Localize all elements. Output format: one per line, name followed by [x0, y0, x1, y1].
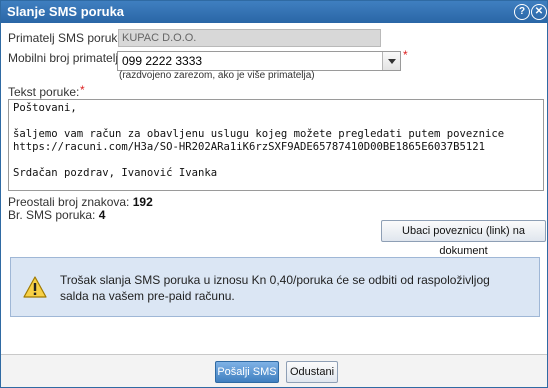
- recipient-field: KUPAC D.O.O.: [118, 29, 381, 47]
- warning-text: Trošak slanja SMS poruka u iznosu Kn 0,4…: [60, 273, 490, 303]
- dialog-title: Slanje SMS poruka: [7, 4, 125, 19]
- mobile-hint: (razdvojeno zarezom, ako je više primate…: [119, 70, 315, 81]
- remaining-chars-label: Preostali broj znakova:: [8, 195, 130, 209]
- remaining-chars: Preostali broj znakova: 192: [8, 195, 153, 209]
- message-textarea[interactable]: Poštovani, šaljemo vam račun za obavljen…: [8, 99, 544, 191]
- dialog-footer: Pošalji SMS Odustani: [1, 354, 547, 387]
- mobile-number-select[interactable]: 099 2222 3333: [117, 51, 401, 71]
- sms-dialog: Slanje SMS poruka ? ✕ Primatelj SMS poru…: [0, 0, 548, 388]
- sms-count-label: Br. SMS poruka:: [8, 208, 96, 222]
- remaining-chars-value: 192: [132, 195, 153, 209]
- mobile-label: Mobilni broj primatelja:: [8, 51, 129, 65]
- warning-triangle-icon: [23, 276, 47, 298]
- mobile-number-value: 099 2222 3333: [122, 54, 203, 68]
- message-text: Poštovani, šaljemo vam račun za obavljen…: [13, 102, 505, 179]
- mobile-required-mark: *: [403, 48, 408, 62]
- sms-count: Br. SMS poruka: 4: [8, 208, 105, 222]
- sms-count-value: 4: [98, 208, 106, 222]
- dialog-titlebar[interactable]: Slanje SMS poruka ? ✕: [1, 1, 547, 23]
- warning-box: Trošak slanja SMS poruka u iznosu Kn 0,4…: [10, 257, 540, 317]
- close-icon[interactable]: ✕: [531, 4, 547, 20]
- help-icon[interactable]: ?: [514, 4, 530, 20]
- insert-link-button[interactable]: Ubaci poveznicu (link) na dokument: [381, 220, 546, 257]
- text-label: Tekst poruke:: [8, 85, 80, 99]
- send-sms-button[interactable]: Pošalji SMS: [215, 361, 279, 383]
- cancel-button[interactable]: Odustani: [286, 361, 338, 383]
- chevron-down-icon[interactable]: [382, 52, 400, 70]
- recipient-label: Primatelj SMS poruke:: [8, 31, 128, 45]
- text-required-mark: *: [80, 83, 85, 97]
